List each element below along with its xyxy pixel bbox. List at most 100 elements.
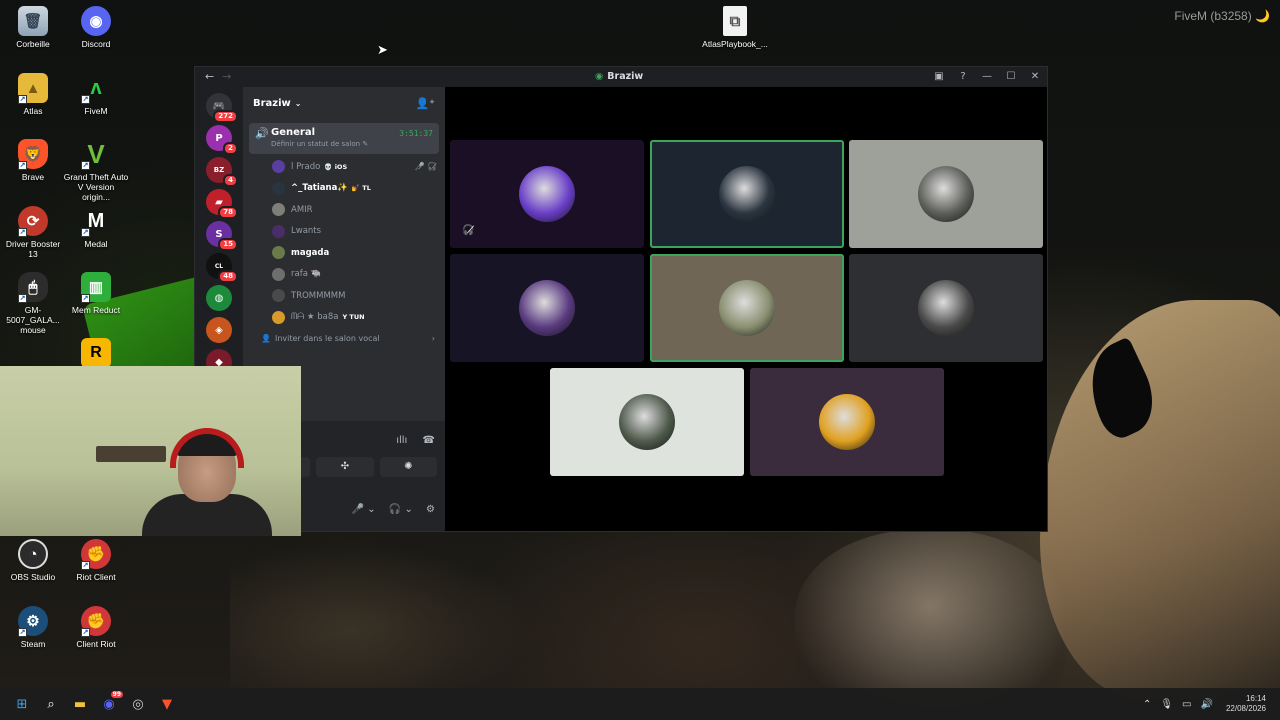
desktop-icon-corbeille[interactable]: 🗑 Corbeille: [0, 6, 66, 49]
participant-avatar: [819, 394, 875, 450]
participant-avatar: [918, 280, 974, 336]
search-icon[interactable]: ⌕: [39, 692, 63, 716]
voice-member[interactable]: ^_Tatiana✨ 💅 TL: [243, 178, 445, 200]
member-name: AMIR: [291, 204, 313, 215]
participant-tile[interactable]: [650, 254, 844, 362]
taskbar-discord-icon[interactable]: ◉ 99: [97, 691, 123, 716]
participant-tile[interactable]: 🎧̸: [450, 140, 644, 248]
start-button[interactable]: ⊞: [10, 692, 34, 716]
voice-member[interactable]: AMIR: [243, 199, 445, 221]
avatar: [272, 224, 285, 238]
desktop-icon-medal[interactable]: M ↗ Medal: [63, 206, 129, 249]
server-icon[interactable]: P2: [206, 125, 238, 155]
chevron-right-icon: ›: [431, 334, 435, 343]
participant-tile[interactable]: [750, 368, 944, 476]
desktop-icon-mouse[interactable]: 🖱 ↗ GM-5007_GALA... mouse: [0, 272, 66, 335]
gta-icon: V ↗: [81, 138, 105, 170]
voice-member[interactable]: ᗰᗩ ★ ba8a Y TUN: [243, 307, 445, 329]
server-icon[interactable]: BZ 4: [206, 157, 238, 187]
help-icon[interactable]: ?: [951, 67, 975, 87]
window-title: ◉ Braziw: [595, 71, 643, 82]
maximize-button[interactable]: ☐: [999, 67, 1023, 87]
mem-reduct-icon: ▥ ↗: [81, 272, 111, 303]
desktop-icon-gta[interactable]: V ↗ Grand Theft Auto V Version origin...: [63, 138, 129, 203]
inbox-icon[interactable]: ▣: [927, 67, 951, 87]
medal-icon: M ↗: [81, 209, 105, 237]
brave-icon: 🦁 ↗: [18, 139, 48, 170]
server-icon[interactable]: ◈: [206, 317, 232, 343]
back-arrow-icon[interactable]: ←: [205, 70, 214, 83]
server-icon[interactable]: S 15: [206, 221, 238, 251]
voice-timer: 3:51:37: [399, 129, 433, 138]
invite-label: Inviter dans le salon vocal: [275, 334, 380, 343]
participant-tile[interactable]: [849, 140, 1043, 248]
voice-member[interactable]: Lwants: [243, 221, 445, 243]
add-member-icon[interactable]: 👤⁺: [415, 97, 435, 110]
voice-member[interactable]: rafa 🐃: [243, 264, 445, 286]
desktop-icon-atlas[interactable]: ▲ ↗ Atlas: [0, 73, 66, 116]
desktop-icon-fivem[interactable]: ʌ ↗ FiveM: [63, 73, 129, 116]
desktop-icon-obs[interactable]: ◔ OBS Studio: [0, 539, 66, 582]
forward-arrow-icon[interactable]: →: [222, 70, 231, 83]
file-explorer-icon[interactable]: ▬: [68, 692, 92, 716]
participant-avatar: [719, 166, 775, 222]
server-icon[interactable]: ◍: [206, 285, 232, 311]
voice-member[interactable]: l Prado 💀 iOS 🎤̸ 🎧̸: [243, 156, 445, 178]
guild-header[interactable]: Braziw ⌄ 👤⁺: [243, 87, 445, 119]
settings-icon[interactable]: ⚙: [426, 504, 435, 515]
disconnect-icon[interactable]: ☎: [423, 435, 435, 446]
voice-stage: 🎧̸: [445, 87, 1047, 531]
wallpaper-hair: [1040, 300, 1280, 700]
headphones-icon[interactable]: 🎧 ⌄: [389, 504, 413, 515]
participant-tile[interactable]: [650, 140, 844, 248]
member-name: rafa 🐃: [291, 269, 322, 280]
clock-time: 16:14: [1245, 694, 1266, 703]
soundboard-icon[interactable]: ıllı: [396, 435, 407, 446]
direct-messages-icon[interactable]: 🎮 272: [206, 93, 238, 123]
desktop-icon-client-riot[interactable]: ✊ ↗ Client Riot: [63, 606, 129, 649]
riot-icon: ✊ ↗: [81, 606, 111, 637]
desktop-icon-mem-reduct[interactable]: ▥ ↗ Mem Reduct: [63, 272, 129, 315]
network-icon[interactable]: ▭: [1182, 699, 1191, 710]
guild-name: Braziw: [253, 97, 291, 109]
desktop-icon-atlasplaybook[interactable]: ⧉ AtlasPlaybook_...: [702, 6, 768, 49]
server-icon[interactable]: CL 48: [206, 253, 238, 283]
desktop-icon-label: Steam: [20, 639, 46, 649]
avatar: [272, 203, 285, 217]
chevron-up-icon[interactable]: ⌃: [1143, 699, 1151, 710]
soundboard-button[interactable]: ✺: [379, 457, 437, 477]
desktop-icon-riot-client[interactable]: ✊ ↗ Riot Client: [63, 539, 129, 582]
webcam-headset: [170, 428, 244, 468]
voice-channel-general[interactable]: 🔊 General Définir un statut de salon ✎ 3…: [249, 123, 439, 154]
microphone-icon[interactable]: 🎤 ⌄: [352, 504, 376, 515]
server-badge: 272: [213, 110, 238, 123]
desktop-icon-brave[interactable]: 🦁 ↗ Brave: [0, 139, 66, 182]
mic-tray-icon[interactable]: 🎙: [1160, 699, 1173, 710]
desktop-icon-discord[interactable]: ◉ Discord: [63, 6, 129, 49]
discord-icon: ◉: [81, 6, 111, 36]
server-icon[interactable]: ▰ 78: [206, 189, 238, 219]
obs-icon: ◔: [18, 539, 48, 569]
clock[interactable]: 16:14 22/08/2026: [1226, 694, 1266, 714]
webcam-shelf: [96, 446, 166, 462]
taskbar-app-icon[interactable]: ◎: [126, 692, 150, 716]
participant-tile[interactable]: [450, 254, 644, 362]
participant-tile[interactable]: [550, 368, 744, 476]
activities-button[interactable]: ✣: [316, 457, 374, 477]
voice-member[interactable]: magada: [243, 242, 445, 264]
taskbar-brave-icon[interactable]: ▼: [155, 692, 179, 716]
speaker-icon: 🔊: [255, 127, 269, 140]
desktop-icon-label: Discord: [81, 39, 111, 49]
taskbar-apps: ⊞ ⌕ ▬ ◉ 99 ◎ ▼: [10, 691, 179, 716]
close-button[interactable]: ✕: [1023, 67, 1047, 87]
desktop-icon-driver-booster[interactable]: ⟳ ↗ Driver Booster 13: [0, 206, 66, 259]
voice-member[interactable]: TROMMMMM: [243, 285, 445, 307]
volume-icon[interactable]: 🔊: [1201, 699, 1213, 710]
invite-to-voice-button[interactable]: 👤 Inviter dans le salon vocal ›: [243, 328, 445, 349]
participant-tile[interactable]: [849, 254, 1043, 362]
channel-status[interactable]: Définir un statut de salon ✎: [271, 140, 439, 148]
webcam-overlay: [0, 366, 301, 536]
minimize-button[interactable]: —: [975, 67, 999, 87]
desktop-icon-steam[interactable]: ⚙ ↗ Steam: [0, 606, 66, 649]
voice-connected-icon: ◉: [595, 71, 604, 82]
